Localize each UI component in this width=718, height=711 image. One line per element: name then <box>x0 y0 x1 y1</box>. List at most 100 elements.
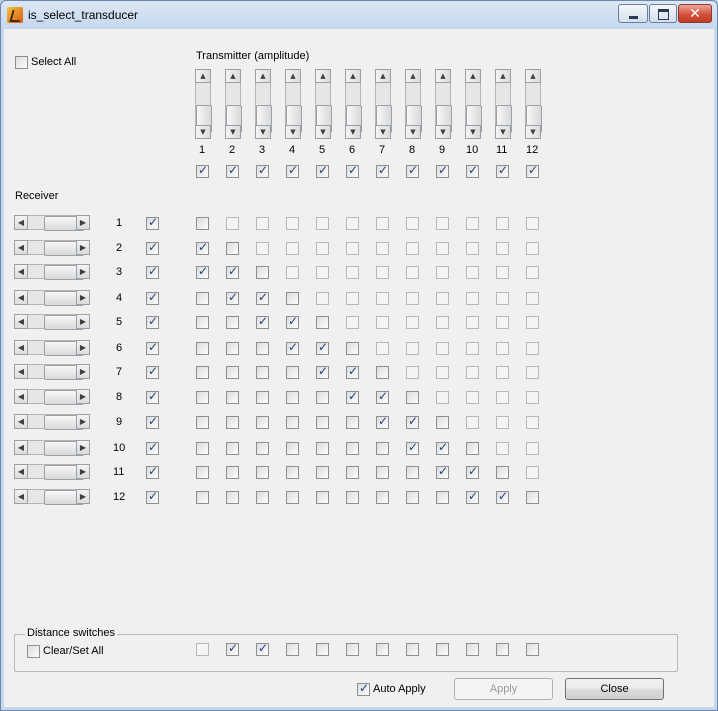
slider-track[interactable] <box>28 464 84 480</box>
slider-down-arrow-icon[interactable]: ▼ <box>195 125 211 139</box>
tx-rx-pair-checkbox[interactable] <box>346 364 359 379</box>
slider-left-arrow-icon[interactable]: ◀ <box>14 440 28 455</box>
tx-rx-pair-checkbox[interactable] <box>346 466 359 479</box>
tx-rx-pair-checkbox[interactable] <box>286 217 299 230</box>
slider-down-arrow-icon[interactable]: ▼ <box>405 125 421 139</box>
tx-rx-pair-checkbox[interactable] <box>346 491 359 504</box>
tx-rx-pair-checkbox[interactable] <box>376 466 389 479</box>
tx-rx-pair-checkbox[interactable] <box>196 416 209 429</box>
slider-track[interactable] <box>345 83 362 133</box>
slider-up-arrow-icon[interactable]: ▲ <box>195 69 211 83</box>
tx-rx-pair-checkbox[interactable] <box>436 342 449 355</box>
tx-rx-pair-checkbox[interactable] <box>466 489 479 504</box>
tx-rx-pair-checkbox[interactable] <box>526 491 539 504</box>
select-all-checkbox[interactable] <box>15 56 28 69</box>
tx-rx-pair-checkbox[interactable] <box>346 389 359 404</box>
transmitter-amplitude-slider-11[interactable]: ▲ ▼ <box>495 69 512 139</box>
slider-right-arrow-icon[interactable]: ▶ <box>76 240 90 255</box>
tx-rx-pair-checkbox[interactable] <box>526 342 539 355</box>
tx-rx-pair-checkbox[interactable] <box>196 217 209 230</box>
slider-right-arrow-icon[interactable]: ▶ <box>76 340 90 355</box>
tx-rx-pair-checkbox[interactable] <box>256 217 269 230</box>
slider-track[interactable] <box>525 83 542 133</box>
slider-left-arrow-icon[interactable]: ◀ <box>14 340 28 355</box>
minimize-button[interactable] <box>618 4 648 23</box>
slider-track[interactable] <box>405 83 422 133</box>
receiver-amplitude-slider-5[interactable]: ◀ ▶ <box>14 314 90 330</box>
transmitter-amplitude-slider-6[interactable]: ▲ ▼ <box>345 69 362 139</box>
slider-left-arrow-icon[interactable]: ◀ <box>14 464 28 479</box>
slider-right-arrow-icon[interactable]: ▶ <box>76 364 90 379</box>
tx-rx-pair-checkbox[interactable] <box>406 491 419 504</box>
slider-right-arrow-icon[interactable]: ▶ <box>76 489 90 504</box>
tx-rx-pair-checkbox[interactable] <box>286 292 299 305</box>
tx-rx-pair-checkbox[interactable] <box>286 416 299 429</box>
slider-right-arrow-icon[interactable]: ▶ <box>76 264 90 279</box>
distance-switch-checkbox[interactable] <box>346 643 359 656</box>
tx-rx-pair-checkbox[interactable] <box>316 242 329 255</box>
tx-rx-pair-checkbox[interactable] <box>466 316 479 329</box>
tx-rx-pair-checkbox[interactable] <box>406 366 419 379</box>
tx-rx-pair-checkbox[interactable] <box>526 366 539 379</box>
tx-rx-pair-checkbox[interactable] <box>226 217 239 230</box>
tx-rx-pair-checkbox[interactable] <box>526 316 539 329</box>
tx-rx-pair-checkbox[interactable] <box>466 442 479 455</box>
slider-right-arrow-icon[interactable]: ▶ <box>76 215 90 230</box>
slider-down-arrow-icon[interactable]: ▼ <box>375 125 391 139</box>
transmitter-enable-checkbox-4[interactable] <box>286 163 299 178</box>
tx-rx-pair-checkbox[interactable] <box>346 342 359 355</box>
tx-rx-pair-checkbox[interactable] <box>286 491 299 504</box>
tx-rx-pair-checkbox[interactable] <box>406 292 419 305</box>
transmitter-amplitude-slider-3[interactable]: ▲ ▼ <box>255 69 272 139</box>
tx-rx-pair-checkbox[interactable] <box>346 416 359 429</box>
receiver-amplitude-slider-4[interactable]: ◀ ▶ <box>14 290 90 306</box>
slider-down-arrow-icon[interactable]: ▼ <box>345 125 361 139</box>
slider-track[interactable] <box>28 440 84 456</box>
tx-rx-pair-checkbox[interactable] <box>376 316 389 329</box>
tx-rx-pair-checkbox[interactable] <box>286 442 299 455</box>
slider-track[interactable] <box>28 389 84 405</box>
tx-rx-pair-checkbox[interactable] <box>526 242 539 255</box>
transmitter-enable-checkbox-7[interactable] <box>376 163 389 178</box>
slider-right-arrow-icon[interactable]: ▶ <box>76 440 90 455</box>
tx-rx-pair-checkbox[interactable] <box>286 242 299 255</box>
slider-up-arrow-icon[interactable]: ▲ <box>435 69 451 83</box>
slider-track[interactable] <box>28 364 84 380</box>
tx-rx-pair-checkbox[interactable] <box>196 240 209 255</box>
tx-rx-pair-checkbox[interactable] <box>346 292 359 305</box>
tx-rx-pair-checkbox[interactable] <box>316 266 329 279</box>
slider-up-arrow-icon[interactable]: ▲ <box>525 69 541 83</box>
tx-rx-pair-checkbox[interactable] <box>436 464 449 479</box>
tx-rx-pair-checkbox[interactable] <box>466 217 479 230</box>
tx-rx-pair-checkbox[interactable] <box>376 491 389 504</box>
tx-rx-pair-checkbox[interactable] <box>226 290 239 305</box>
slider-left-arrow-icon[interactable]: ◀ <box>14 314 28 329</box>
tx-rx-pair-checkbox[interactable] <box>286 340 299 355</box>
tx-rx-pair-checkbox[interactable] <box>376 217 389 230</box>
slider-right-arrow-icon[interactable]: ▶ <box>76 464 90 479</box>
slider-left-arrow-icon[interactable]: ◀ <box>14 290 28 305</box>
transmitter-enable-checkbox-3[interactable] <box>256 163 269 178</box>
tx-rx-pair-checkbox[interactable] <box>256 366 269 379</box>
tx-rx-pair-checkbox[interactable] <box>256 391 269 404</box>
close-button[interactable]: Close <box>565 678 664 700</box>
tx-rx-pair-checkbox[interactable] <box>376 342 389 355</box>
slider-left-arrow-icon[interactable]: ◀ <box>14 215 28 230</box>
receiver-amplitude-slider-7[interactable]: ◀ ▶ <box>14 364 90 380</box>
slider-left-arrow-icon[interactable]: ◀ <box>14 414 28 429</box>
transmitter-enable-checkbox-8[interactable] <box>406 163 419 178</box>
tx-rx-pair-checkbox[interactable] <box>496 242 509 255</box>
tx-rx-pair-checkbox[interactable] <box>466 242 479 255</box>
distance-switch-checkbox[interactable] <box>316 643 329 656</box>
slider-track[interactable] <box>28 340 84 356</box>
distance-switch-checkbox[interactable] <box>496 643 509 656</box>
tx-rx-pair-checkbox[interactable] <box>466 342 479 355</box>
slider-up-arrow-icon[interactable]: ▲ <box>495 69 511 83</box>
tx-rx-pair-checkbox[interactable] <box>496 466 509 479</box>
tx-rx-pair-checkbox[interactable] <box>256 266 269 279</box>
tx-rx-pair-checkbox[interactable] <box>196 466 209 479</box>
slider-down-arrow-icon[interactable]: ▼ <box>285 125 301 139</box>
tx-rx-pair-checkbox[interactable] <box>496 217 509 230</box>
slider-left-arrow-icon[interactable]: ◀ <box>14 489 28 504</box>
slider-right-arrow-icon[interactable]: ▶ <box>76 414 90 429</box>
